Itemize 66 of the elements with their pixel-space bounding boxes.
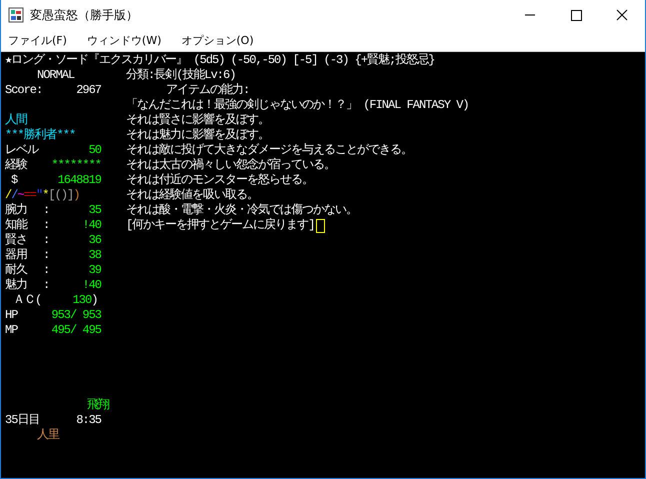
stat-value: !40 [81,218,101,233]
equipment-symbol: ~ [17,188,24,203]
mp-label: MP [5,323,18,338]
stat-value: !40 [81,278,101,293]
stat-label: 賢さ [5,233,28,248]
ac-label: ＡＣ( [13,293,42,308]
description-line: アイテムの能力: [166,83,250,98]
equipment-symbol: " [36,188,42,203]
equipment-symbol: ) [73,188,80,203]
description-line: それは経験値を吸い取る。 [126,188,258,203]
money-value: 1648819 [58,173,101,188]
location-text: 人里 [37,428,59,443]
flight-status: 飛翔 [87,398,109,413]
description-line: それは敵に投げて大きなダメージを与えることができる。 [126,143,412,158]
menu-item[interactable]: ファイル(F) [8,33,67,48]
text-cursor [316,218,326,232]
equipment-symbol: [()] [48,188,74,203]
stat-colon: : [42,218,50,233]
equipment-symbol: == [24,188,36,203]
level-label: レベル [5,143,38,158]
equipment-symbol: / [11,188,18,203]
description-line: それは酸・電撃・火炎・冷気では傷つかない。 [126,203,357,218]
time-text: 8:35 [76,413,101,428]
item-name: ★ロング・ソード『エクスカリバー』 (5d5) (-50,-50) [-5] (-3) {+賢魅;投怒忌} [5,53,436,68]
race-text: 人間 [5,113,27,128]
app-icon [8,7,24,23]
description-line: 分類:長剣(技能Lv:6) [126,68,236,83]
description-line: [何かキーを押すとゲームに戻ります] [126,218,314,233]
level-value: 50 [88,143,101,158]
stat-colon: : [42,233,50,248]
stat-label: 器用 [5,248,28,263]
window-title: 変愚蛮怒（勝手版） [30,6,138,24]
mp-value: 495/ 495 [51,323,101,338]
menu-item[interactable]: ウィンドウ(W) [86,33,162,48]
description-line: それは魅力に影響を及ぼす。 [126,128,269,143]
score-label: Score: [5,83,42,98]
exp-value: ******** [51,158,101,173]
stat-colon: : [42,203,50,218]
stat-label: 腕力 [5,203,28,218]
money-label: $ [10,173,18,188]
description-line: それは賢さに影響を及ぼす。 [126,113,269,128]
stat-colon: : [42,263,50,278]
description-line: 「なんだこれは！最強の剣じゃないのか！？」 (FINAL FANTASY V) [126,98,469,113]
stat-value: 35 [88,203,101,218]
equipment-symbol: * [42,188,48,203]
description-line: それは太古の禍々しい怨念が宿っている。 [126,158,335,173]
stat-value: 39 [88,263,101,278]
game-mode: NORMAL [36,68,76,83]
description-line: それは付近のモンスターを怒らせる。 [126,173,313,188]
exp-label: 経験 [5,158,27,173]
ac-paren: ) [91,293,98,308]
score-value: 2967 [76,83,101,98]
stat-value: 38 [88,248,101,263]
day-text: 35日目 [5,413,40,428]
rank-title: ***勝利者*** [5,128,76,143]
stat-label: 知能 [5,218,28,233]
stat-value: 36 [88,233,101,248]
stat-colon: : [42,248,50,263]
equipment-symbol: / [5,188,12,203]
hp-value: 953/ 953 [51,308,101,323]
hp-label: HP [5,308,18,323]
menu-item[interactable]: オプション(O) [181,33,254,48]
stat-label: 耐久 [5,263,28,278]
ac-value: 130 [72,293,92,308]
stat-label: 魅力 [5,278,28,293]
stat-colon: : [42,278,50,293]
